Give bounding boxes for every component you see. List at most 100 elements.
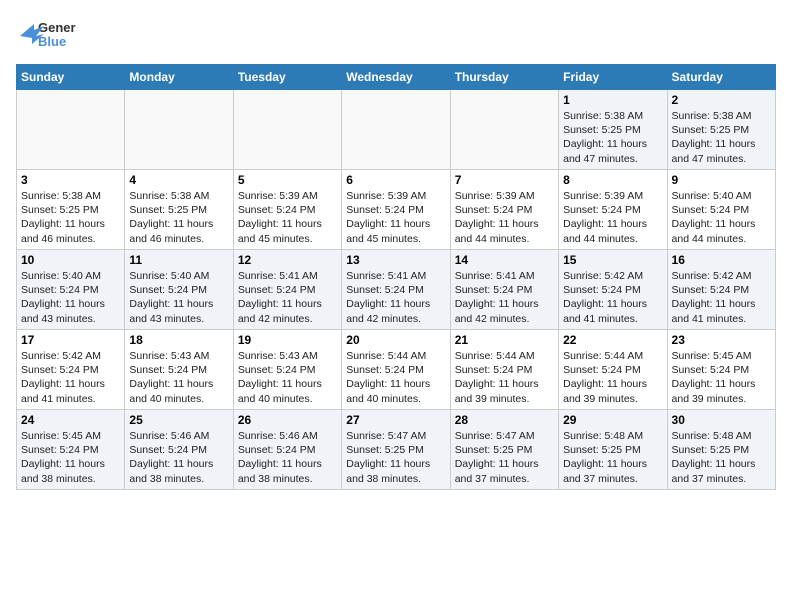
calendar-cell: 8Sunrise: 5:39 AM Sunset: 5:24 PM Daylig… [559,170,667,250]
day-number: 1 [563,93,662,107]
calendar-week-row: 24 Sunrise: 5:45 AM Sunset: 5:24 PM Dayli… [17,410,776,490]
calendar-cell: 6Sunrise: 5:39 AM Sunset: 5:24 PM Daylig… [342,170,450,250]
day-number: 19 [238,333,337,347]
calendar-cell: 9 Sunrise: 5:40 AM Sunset: 5:24 PM Daylig… [667,170,775,250]
day-info: Sunrise: 5:44 AM Sunset: 5:24 PM Dayligh… [563,349,662,406]
calendar-cell [17,90,125,170]
day-number: 22 [563,333,662,347]
calendar-cell: 10 Sunrise: 5:40 AM Sunset: 5:24 PM Dayli… [17,250,125,330]
day-info: Sunrise: 5:42 AM Sunset: 5:24 PM Dayligh… [563,269,662,326]
day-number: 21 [455,333,554,347]
calendar-cell: 1 Sunrise: 5:38 AM Sunset: 5:25 PM Daylig… [559,90,667,170]
day-info: Sunrise: 5:38 AM Sunset: 5:25 PM Dayligh… [129,189,228,246]
day-number: 24 [21,413,120,427]
day-info: Sunrise: 5:44 AM Sunset: 5:24 PM Dayligh… [455,349,554,406]
calendar-cell: 17 Sunrise: 5:42 AM Sunset: 5:24 PM Dayli… [17,330,125,410]
calendar-table: SundayMondayTuesdayWednesdayThursdayFrid… [16,64,776,490]
day-info: Sunrise: 5:42 AM Sunset: 5:24 PM Dayligh… [672,269,771,326]
day-info: Sunrise: 5:48 AM Sunset: 5:25 PM Dayligh… [563,429,662,486]
weekday-header: Tuesday [233,65,341,90]
calendar-cell: 27 Sunrise: 5:47 AM Sunset: 5:25 PM Dayli… [342,410,450,490]
day-number: 17 [21,333,120,347]
day-number: 2 [672,93,771,107]
day-number: 16 [672,253,771,267]
day-info: Sunrise: 5:43 AM Sunset: 5:24 PM Dayligh… [238,349,337,406]
weekday-header-row: SundayMondayTuesdayWednesdayThursdayFrid… [17,65,776,90]
calendar-week-row: 17 Sunrise: 5:42 AM Sunset: 5:24 PM Dayli… [17,330,776,410]
day-number: 14 [455,253,554,267]
svg-text:Blue: Blue [38,34,66,49]
calendar-cell: 23 Sunrise: 5:45 AM Sunset: 5:24 PM Dayli… [667,330,775,410]
weekday-header: Saturday [667,65,775,90]
day-number: 15 [563,253,662,267]
day-number: 6 [346,173,445,187]
day-info: Sunrise: 5:45 AM Sunset: 5:24 PM Dayligh… [672,349,771,406]
day-info: Sunrise: 5:38 AM Sunset: 5:25 PM Dayligh… [563,109,662,166]
day-number: 3 [21,173,120,187]
day-number: 5 [238,173,337,187]
day-info: Sunrise: 5:44 AM Sunset: 5:24 PM Dayligh… [346,349,445,406]
calendar-cell: 28 Sunrise: 5:47 AM Sunset: 5:25 PM Dayli… [450,410,558,490]
day-number: 29 [563,413,662,427]
calendar-cell: 12 Sunrise: 5:41 AM Sunset: 5:24 PM Dayli… [233,250,341,330]
logo-svg: General Blue [16,16,76,54]
svg-text:General: General [38,20,76,35]
day-info: Sunrise: 5:41 AM Sunset: 5:24 PM Dayligh… [238,269,337,326]
calendar-cell: 24 Sunrise: 5:45 AM Sunset: 5:24 PM Dayli… [17,410,125,490]
day-number: 27 [346,413,445,427]
day-number: 8 [563,173,662,187]
day-info: Sunrise: 5:46 AM Sunset: 5:24 PM Dayligh… [129,429,228,486]
day-number: 12 [238,253,337,267]
calendar-cell: 14 Sunrise: 5:41 AM Sunset: 5:24 PM Dayli… [450,250,558,330]
day-number: 9 [672,173,771,187]
day-number: 23 [672,333,771,347]
day-info: Sunrise: 5:47 AM Sunset: 5:25 PM Dayligh… [455,429,554,486]
calendar-cell: 20 Sunrise: 5:44 AM Sunset: 5:24 PM Dayli… [342,330,450,410]
day-info: Sunrise: 5:48 AM Sunset: 5:25 PM Dayligh… [672,429,771,486]
calendar-cell: 25Sunrise: 5:46 AM Sunset: 5:24 PM Dayli… [125,410,233,490]
day-info: Sunrise: 5:38 AM Sunset: 5:25 PM Dayligh… [21,189,120,246]
day-number: 4 [129,173,228,187]
logo: General Blue [16,16,76,54]
day-number: 26 [238,413,337,427]
weekday-header: Monday [125,65,233,90]
calendar-cell: 29 Sunrise: 5:48 AM Sunset: 5:25 PM Dayli… [559,410,667,490]
calendar-cell [450,90,558,170]
calendar-cell: 22 Sunrise: 5:44 AM Sunset: 5:24 PM Dayli… [559,330,667,410]
day-number: 10 [21,253,120,267]
day-info: Sunrise: 5:39 AM Sunset: 5:24 PM Dayligh… [455,189,554,246]
calendar-cell [125,90,233,170]
calendar-cell [233,90,341,170]
day-info: Sunrise: 5:41 AM Sunset: 5:24 PM Dayligh… [346,269,445,326]
day-number: 13 [346,253,445,267]
calendar-cell: 30Sunrise: 5:48 AM Sunset: 5:25 PM Dayli… [667,410,775,490]
day-number: 11 [129,253,228,267]
calendar-cell: 13 Sunrise: 5:41 AM Sunset: 5:24 PM Dayli… [342,250,450,330]
day-info: Sunrise: 5:38 AM Sunset: 5:25 PM Dayligh… [672,109,771,166]
calendar-cell: 15 Sunrise: 5:42 AM Sunset: 5:24 PM Dayli… [559,250,667,330]
calendar-cell: 11Sunrise: 5:40 AM Sunset: 5:24 PM Dayli… [125,250,233,330]
weekday-header: Wednesday [342,65,450,90]
weekday-header: Friday [559,65,667,90]
day-info: Sunrise: 5:45 AM Sunset: 5:24 PM Dayligh… [21,429,120,486]
calendar-cell: 16 Sunrise: 5:42 AM Sunset: 5:24 PM Dayli… [667,250,775,330]
weekday-header: Thursday [450,65,558,90]
day-info: Sunrise: 5:40 AM Sunset: 5:24 PM Dayligh… [672,189,771,246]
calendar-week-row: 1 Sunrise: 5:38 AM Sunset: 5:25 PM Daylig… [17,90,776,170]
day-number: 7 [455,173,554,187]
day-number: 20 [346,333,445,347]
calendar-cell: 26Sunrise: 5:46 AM Sunset: 5:24 PM Dayli… [233,410,341,490]
day-info: Sunrise: 5:41 AM Sunset: 5:24 PM Dayligh… [455,269,554,326]
calendar-week-row: 10 Sunrise: 5:40 AM Sunset: 5:24 PM Dayli… [17,250,776,330]
calendar-cell: 19 Sunrise: 5:43 AM Sunset: 5:24 PM Dayli… [233,330,341,410]
day-info: Sunrise: 5:40 AM Sunset: 5:24 PM Dayligh… [21,269,120,326]
day-info: Sunrise: 5:42 AM Sunset: 5:24 PM Dayligh… [21,349,120,406]
header: General Blue [16,16,776,54]
day-number: 18 [129,333,228,347]
calendar-cell: 7 Sunrise: 5:39 AM Sunset: 5:24 PM Daylig… [450,170,558,250]
day-number: 28 [455,413,554,427]
day-info: Sunrise: 5:47 AM Sunset: 5:25 PM Dayligh… [346,429,445,486]
calendar-week-row: 3 Sunrise: 5:38 AM Sunset: 5:25 PM Daylig… [17,170,776,250]
calendar-cell: 18Sunrise: 5:43 AM Sunset: 5:24 PM Dayli… [125,330,233,410]
calendar-cell: 3 Sunrise: 5:38 AM Sunset: 5:25 PM Daylig… [17,170,125,250]
